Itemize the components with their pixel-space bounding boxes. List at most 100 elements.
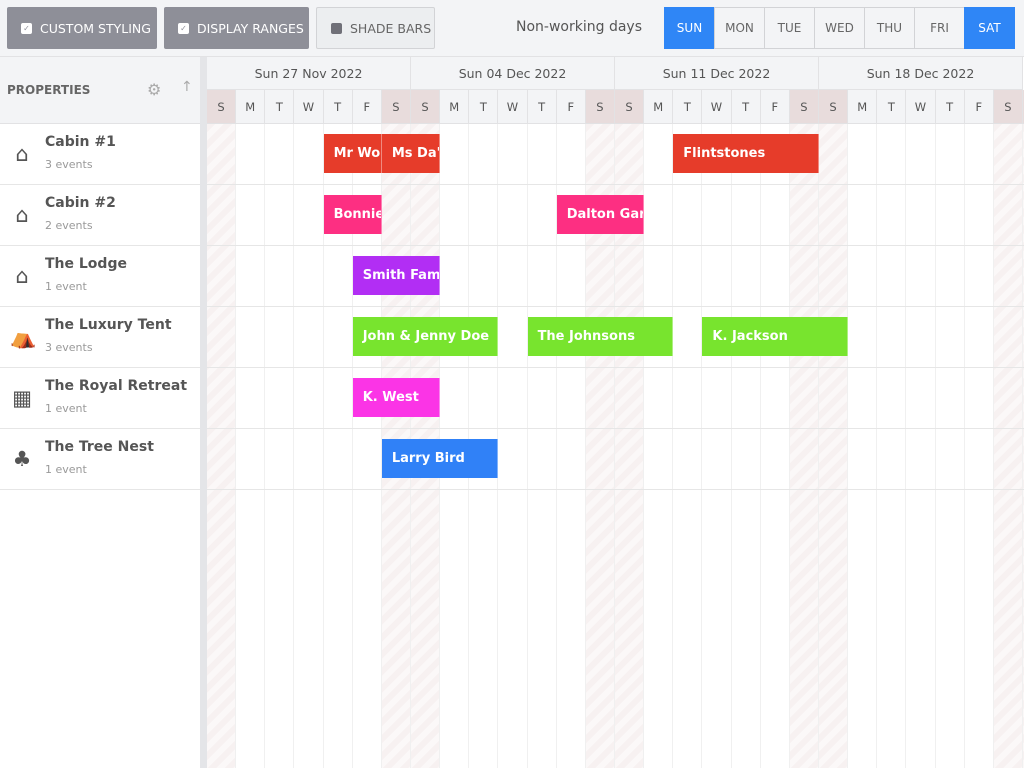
day-column	[644, 124, 674, 768]
day-header: S	[411, 90, 441, 124]
button-label: SHADE BARS	[350, 20, 432, 36]
week-header: Sun 11 Dec 2022	[615, 57, 819, 90]
week-header: Sun 27 Nov 2022	[207, 57, 411, 90]
custom-styling-toggle[interactable]: ✓ CUSTOM STYLING	[7, 7, 157, 49]
house-icon: ⌂	[15, 142, 29, 166]
resource-event-count: 2 events	[45, 219, 93, 232]
row-divider	[207, 489, 1024, 490]
resource-name: Cabin #1	[45, 134, 116, 150]
day-column	[936, 124, 965, 768]
event-bar[interactable]: The Johnsons	[527, 317, 674, 356]
day-toggle-thu[interactable]: THU	[864, 7, 915, 49]
day-header: S	[615, 90, 645, 124]
house-icon: ⌂	[15, 203, 29, 227]
event-bar[interactable]: Mr Wo	[323, 134, 382, 173]
day-header: F	[556, 90, 586, 124]
event-bar[interactable]: Smith Fam	[352, 256, 441, 295]
event-bar[interactable]: Ms Da'	[381, 134, 441, 173]
day-column	[673, 124, 703, 768]
resource-row[interactable]: ⛺ The Luxury Tent 3 events	[0, 307, 200, 368]
resource-event-count: 3 events	[45, 341, 93, 354]
resource-row[interactable]: ⌂ Cabin #1 3 events	[0, 124, 200, 185]
resource-row[interactable]: ▦ The Royal Retreat 1 event	[0, 368, 200, 429]
timeline-grid: Sun 27 Nov 2022 Sun 04 Dec 2022 Sun 11 Dec…	[207, 57, 1024, 768]
resource-row[interactable]: ⌂ The Lodge 1 event	[0, 246, 200, 307]
checkbox-checked-icon: ✓	[21, 22, 32, 34]
day-header: W	[702, 90, 732, 124]
checkbox-unchecked-icon	[331, 22, 342, 34]
event-bar[interactable]: John & Jenny Doe	[352, 317, 499, 356]
row-divider	[207, 428, 1024, 429]
shade-bars-toggle[interactable]: SHADE BARS	[316, 7, 435, 49]
non-working-days-label: Non-working days	[516, 19, 642, 35]
day-header: W	[498, 90, 528, 124]
tree-icon: ♣	[12, 447, 32, 471]
splitter[interactable]	[200, 57, 207, 768]
row-divider	[207, 367, 1024, 368]
non-working-day-column	[993, 124, 1023, 768]
day-column	[877, 124, 907, 768]
day-toggle-wed[interactable]: WED	[814, 7, 865, 49]
resource-event-count: 1 event	[45, 402, 87, 415]
day-header: T	[877, 90, 907, 124]
day-header: T	[265, 90, 295, 124]
event-bar[interactable]: Larry Bird	[381, 439, 499, 478]
day-header: M	[236, 90, 266, 124]
day-header: T	[673, 90, 703, 124]
day-toggle-fri[interactable]: FRI	[914, 7, 965, 49]
resource-name: The Royal Retreat	[45, 378, 188, 394]
toolbar: ✓ CUSTOM STYLING ✓ DISPLAY RANGES SHADE BA…	[0, 0, 1024, 57]
checkbox-checked-icon: ✓	[178, 22, 189, 34]
day-column	[236, 124, 266, 768]
day-header: W	[906, 90, 936, 124]
day-header: M	[644, 90, 674, 124]
day-header: T	[469, 90, 499, 124]
sort-arrow-up-icon[interactable]: ↑	[181, 79, 193, 95]
resource-event-count: 1 event	[45, 280, 87, 293]
day-header: M	[848, 90, 878, 124]
gear-icon[interactable]: ⚙	[147, 80, 161, 99]
week-header: Sun 04 Dec 2022	[411, 57, 615, 90]
button-label: CUSTOM STYLING	[40, 20, 151, 36]
day-header: T	[527, 90, 557, 124]
day-header: F	[964, 90, 994, 124]
day-column	[702, 124, 732, 768]
day-header: S	[789, 90, 819, 124]
event-bar[interactable]: Dalton Gar	[556, 195, 645, 234]
house-icon: ⌂	[15, 264, 29, 288]
day-header: S	[993, 90, 1023, 124]
event-bar[interactable]: K. Jackson	[702, 317, 849, 356]
day-column	[848, 124, 878, 768]
day-column	[265, 124, 295, 768]
row-divider	[207, 245, 1024, 246]
event-bar[interactable]: K. West	[352, 378, 441, 417]
day-toggle-tue[interactable]: TUE	[764, 7, 815, 49]
day-column	[965, 124, 994, 768]
day-header: F	[352, 90, 382, 124]
event-bar[interactable]: Bonnie	[323, 195, 382, 234]
day-header: W	[294, 90, 324, 124]
display-ranges-toggle[interactable]: ✓ DISPLAY RANGES	[164, 7, 309, 49]
day-toggle-sat[interactable]: SAT	[964, 7, 1015, 49]
event-bar[interactable]: Flintstones	[673, 134, 819, 173]
day-column	[528, 124, 557, 768]
non-working-day-column	[789, 124, 819, 768]
day-header: S	[819, 90, 849, 124]
sidebar-header: PROPERTIES ⚙ ↑	[0, 57, 200, 124]
day-toggle-sun[interactable]: SUN	[664, 7, 715, 49]
day-column	[498, 124, 528, 768]
day-header: S	[207, 90, 237, 124]
day-toggle-mon[interactable]: MON	[714, 7, 765, 49]
day-column	[906, 124, 936, 768]
resource-row[interactable]: ♣ The Tree Nest 1 event	[0, 429, 200, 490]
day-header: T	[935, 90, 965, 124]
resource-name: The Luxury Tent	[45, 317, 172, 333]
day-header: F	[760, 90, 790, 124]
week-header: Sun 18 Dec 2022	[819, 57, 1023, 90]
non-working-days-group: SUN MON TUE WED THU FRI SAT	[664, 7, 1015, 49]
day-column	[732, 124, 761, 768]
day-header: M	[440, 90, 470, 124]
day-header: S	[381, 90, 411, 124]
resource-row[interactable]: ⌂ Cabin #2 2 events	[0, 185, 200, 246]
day-column	[294, 124, 324, 768]
